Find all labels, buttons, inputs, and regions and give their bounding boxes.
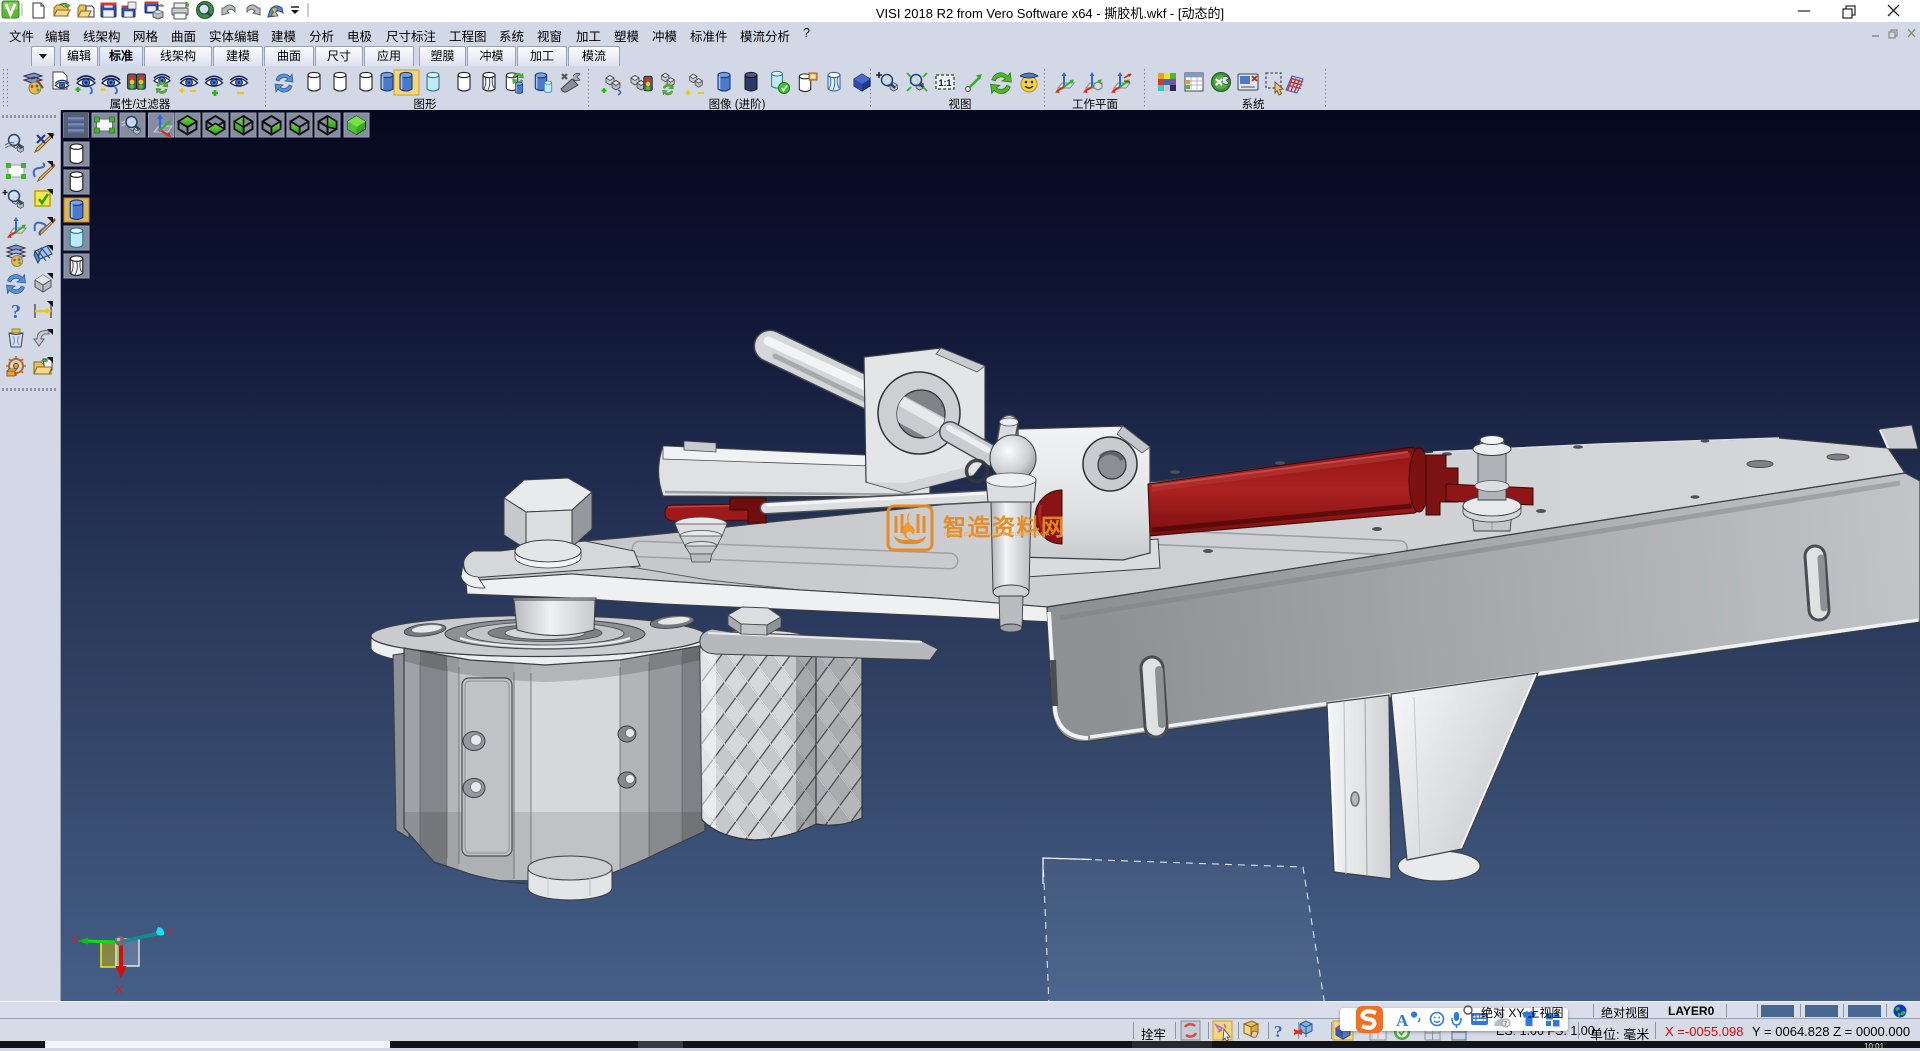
svg-text:7: 7 [1504, 1021, 1508, 1028]
svg-text:?: ? [11, 301, 21, 323]
svg-text:?: ? [1274, 1022, 1283, 1041]
svg-text:A: A [1396, 1011, 1409, 1030]
svg-text:X: X [115, 982, 124, 997]
svg-text:Z: Z [166, 924, 174, 939]
svg-text:1:1: 1:1 [938, 78, 951, 88]
svg-text:Y: Y [70, 932, 79, 947]
